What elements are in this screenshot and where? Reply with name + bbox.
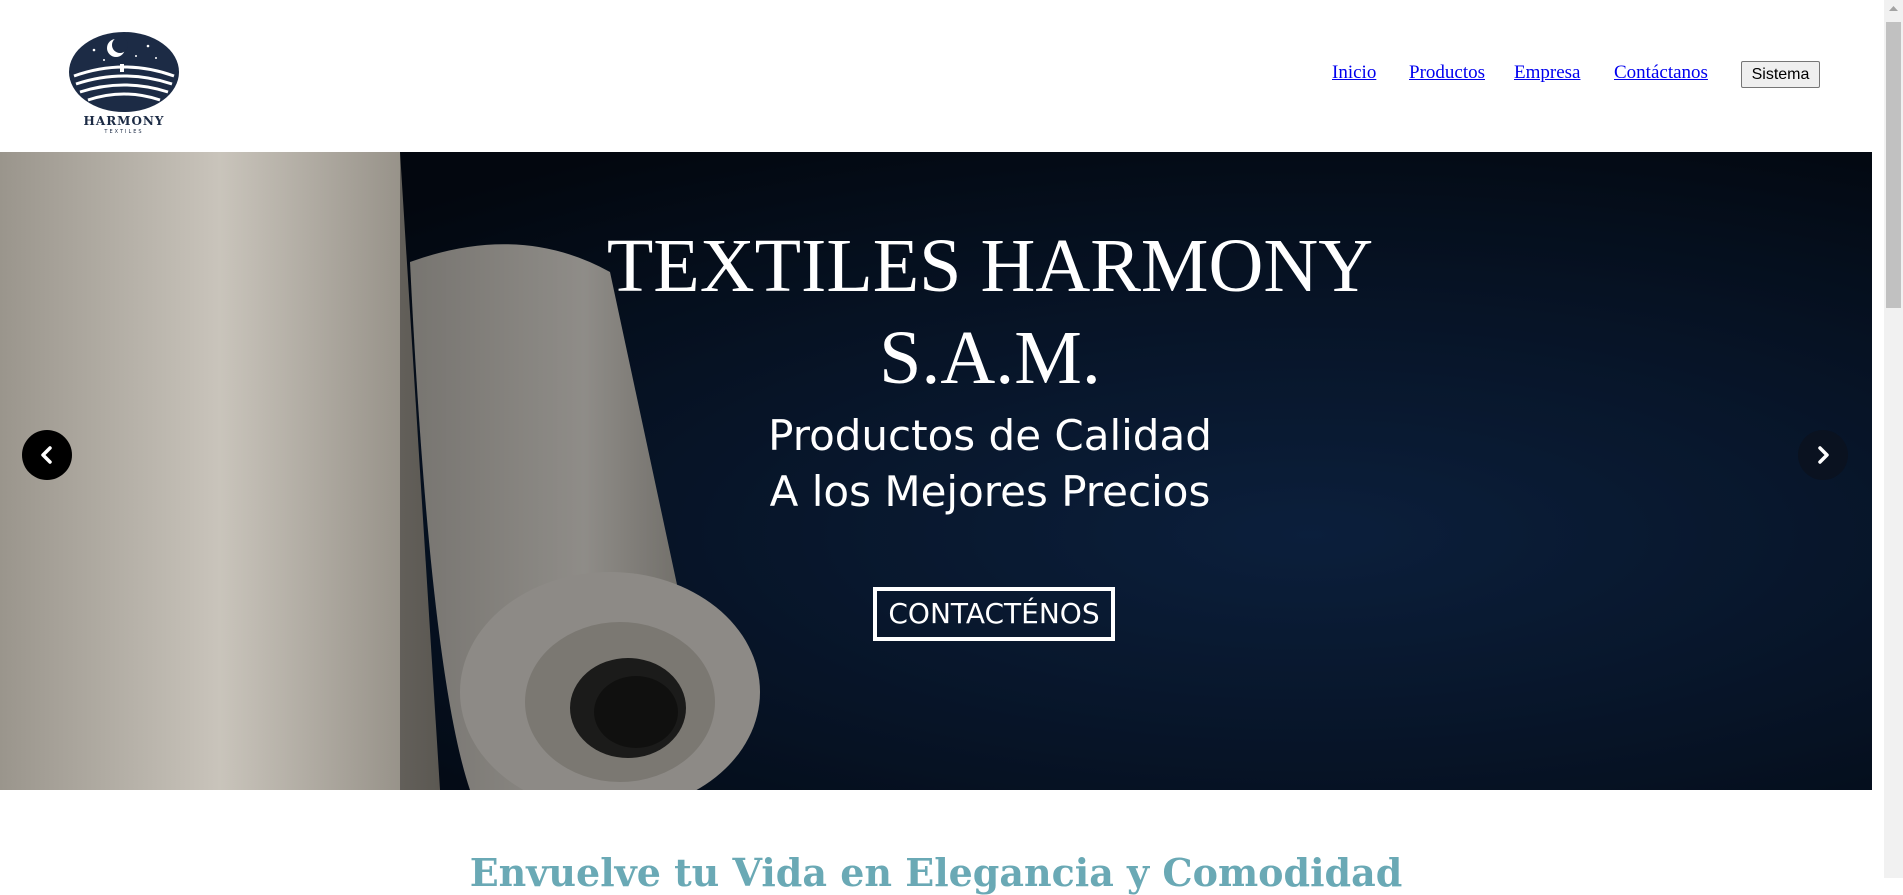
chevron-right-icon — [1818, 446, 1829, 464]
hero-carousel: TEXTILES HARMONY S.A.M. Productos de Cal… — [0, 152, 1872, 790]
nav-link-contactanos[interactable]: Contáctanos — [1614, 62, 1708, 84]
carousel-next-button[interactable] — [1798, 430, 1848, 480]
hero-subtitle-line-1: Productos de Calidad — [768, 411, 1212, 460]
site-header: HARMONY TEXTILES Inicio Productos Empres… — [0, 0, 1872, 152]
logo-emblem — [69, 32, 179, 112]
section-heading: Envuelve tu Vida en Elegancia y Comodida… — [469, 849, 1403, 895]
scroll-up-arrow-icon[interactable] — [1884, 0, 1903, 18]
system-button[interactable]: Sistema — [1741, 61, 1820, 88]
contact-cta-button[interactable]: CONTACTÉNOS — [873, 587, 1115, 641]
page-scrollbar[interactable] — [1884, 0, 1903, 878]
scrollbar-thumb[interactable] — [1886, 22, 1901, 308]
chevron-left-icon — [41, 446, 52, 464]
brand-logo[interactable]: HARMONY TEXTILES — [64, 28, 184, 140]
hero-subtitle: Productos de Calidad A los Mejores Preci… — [700, 408, 1280, 520]
nav-link-inicio[interactable]: Inicio — [1332, 62, 1376, 84]
hero-title: TEXTILES HARMONY S.A.M. — [540, 220, 1440, 404]
hero-title-line-1: TEXTILES HARMONY — [606, 224, 1374, 308]
logo-wordmark: HARMONY — [83, 114, 165, 128]
logo-tagline: TEXTILES — [104, 129, 144, 135]
carousel-prev-button[interactable] — [22, 430, 72, 480]
nav-link-productos[interactable]: Productos — [1409, 62, 1485, 84]
hero-subtitle-line-2: A los Mejores Precios — [769, 467, 1211, 516]
nav-link-empresa[interactable]: Empresa — [1514, 62, 1580, 84]
hero-title-line-2: S.A.M. — [879, 316, 1101, 400]
